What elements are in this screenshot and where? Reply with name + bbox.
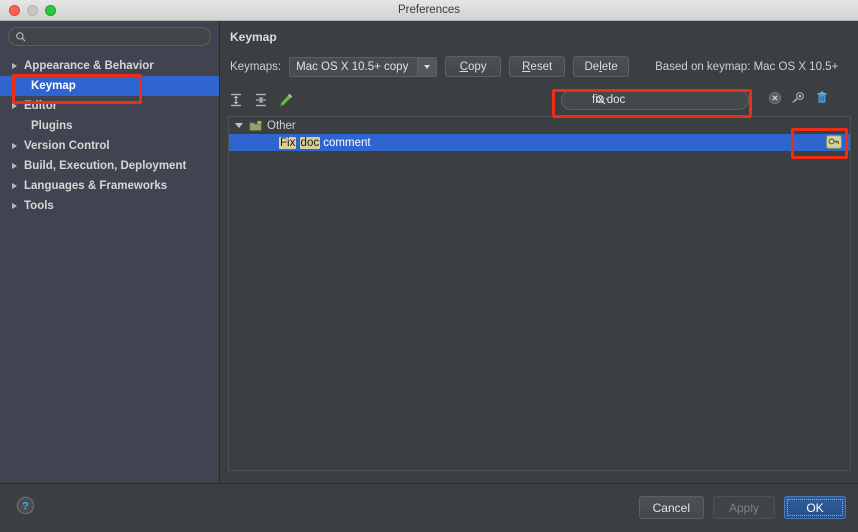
chevron-down-icon[interactable] [417,57,437,76]
keymap-select[interactable]: Mac OS X 10.5+ copy [289,56,438,77]
keymap-action-row[interactable]: Fix doc comment [229,134,850,151]
shortcut-search-box[interactable] [561,90,749,110]
page-title: Keymap [230,30,277,44]
search-dropdown-icon[interactable] [595,94,608,107]
keymap-toolbar: Keymaps: Mac OS X 10.5+ copy Copy Reset … [230,56,858,77]
sidebar-item-label: Editor [24,100,58,112]
chevron-right-icon[interactable] [12,143,17,149]
dialog-footer: ? Cancel Apply OK [0,483,858,532]
delete-rest: ete [601,60,618,73]
shortcut-search-input[interactable] [592,94,722,106]
chevron-right-icon[interactable] [12,163,17,169]
titlebar: Preferences [0,0,858,21]
search-icon [16,31,26,41]
keymap-tree[interactable]: Other Fix doc comment [228,116,851,471]
keymaps-label: Keymaps: [230,60,282,73]
label-text: comment [320,136,371,149]
copy-mnemonic: C [459,60,469,73]
sidebar-item-label: Tools [24,200,54,212]
help-question-icon[interactable]: ? [16,496,35,515]
reset-button[interactable]: Reset [509,56,566,77]
sidebar-search-box[interactable] [8,27,211,46]
sidebar-item-plugins[interactable]: Plugins [0,116,219,136]
keymap-actions-row [228,89,858,111]
sidebar-item-label: Plugins [31,120,73,132]
reset-button-label: Reset [522,61,552,73]
search-match-highlight: doc [299,136,321,149]
sidebar-item-build-execution-deployment[interactable]: Build, Execution, Deployment [0,156,219,176]
delete-button[interactable]: Delete [573,56,630,77]
keymap-pane: Keymap Keymaps: Mac OS X 10.5+ copy Copy… [221,21,858,482]
apply-button[interactable]: Apply [713,496,775,519]
sidebar-item-keymap[interactable]: Keymap [0,76,219,96]
sidebar-item-version-control[interactable]: Version Control [0,136,219,156]
based-on-keymap-label: Based on keymap: Mac OS X 10.5+ [655,60,839,73]
tree-group-label: Other [267,119,296,132]
sidebar-item-label: Version Control [24,140,110,152]
sidebar-item-appearance-behavior[interactable]: Appearance & Behavior [0,56,219,76]
ok-button[interactable]: OK [784,496,846,519]
settings-sidebar: Appearance & Behavior Keymap Editor Plugins… [0,21,220,482]
sidebar-item-label: Keymap [31,80,76,92]
chevron-right-icon[interactable] [12,63,17,69]
clear-icon[interactable] [768,91,782,105]
find-by-shortcut-icon[interactable] [791,90,806,105]
search-match-highlight: Fix [279,136,297,149]
preferences-window: Preferences Appearance & Behavior Keymap E… [0,0,858,532]
delete-button-label: Delete [585,61,618,73]
cancel-button[interactable]: Cancel [638,496,704,519]
copy-rest: opy [468,60,487,73]
shortcut-key-icon[interactable] [826,135,842,149]
search-side-icons [768,90,829,105]
sidebar-tree: Appearance & Behavior Keymap Editor Plugins… [0,56,219,216]
window-title: Preferences [397,4,460,16]
expand-all-icon[interactable] [228,92,244,108]
keymap-select-value: Mac OS X 10.5+ copy [296,60,409,73]
sidebar-item-label: Build, Execution, Deployment [24,160,187,172]
copy-button[interactable]: Copy [445,56,502,77]
collapse-all-icon[interactable] [253,92,269,108]
sidebar-item-editor[interactable]: Editor [0,96,219,116]
copy-button-label: Copy [460,61,487,73]
chevron-right-icon[interactable] [12,103,17,109]
tree-rows-container: Fix doc comment [229,134,850,151]
delete-pre: De [584,60,600,73]
trash-icon[interactable] [815,90,829,105]
footer-buttons: Cancel Apply OK [638,496,846,519]
sidebar-item-label: Appearance & Behavior [24,60,154,72]
reset-rest: eset [530,60,553,73]
sidebar-item-languages-frameworks[interactable]: Languages & Frameworks [0,176,219,196]
keymap-action-label: Fix doc comment [279,136,371,149]
chevron-down-icon[interactable] [235,123,243,128]
folder-icon [249,120,262,131]
sidebar-search-input[interactable] [27,30,210,43]
sidebar-item-label: Languages & Frameworks [24,180,168,192]
tree-group-other[interactable]: Other [229,117,850,134]
chevron-right-icon[interactable] [12,183,17,189]
sidebar-item-tools[interactable]: Tools [0,196,219,216]
chevron-right-icon[interactable] [12,203,17,209]
edit-pencil-icon[interactable] [278,92,294,108]
svg-text:?: ? [22,501,29,513]
